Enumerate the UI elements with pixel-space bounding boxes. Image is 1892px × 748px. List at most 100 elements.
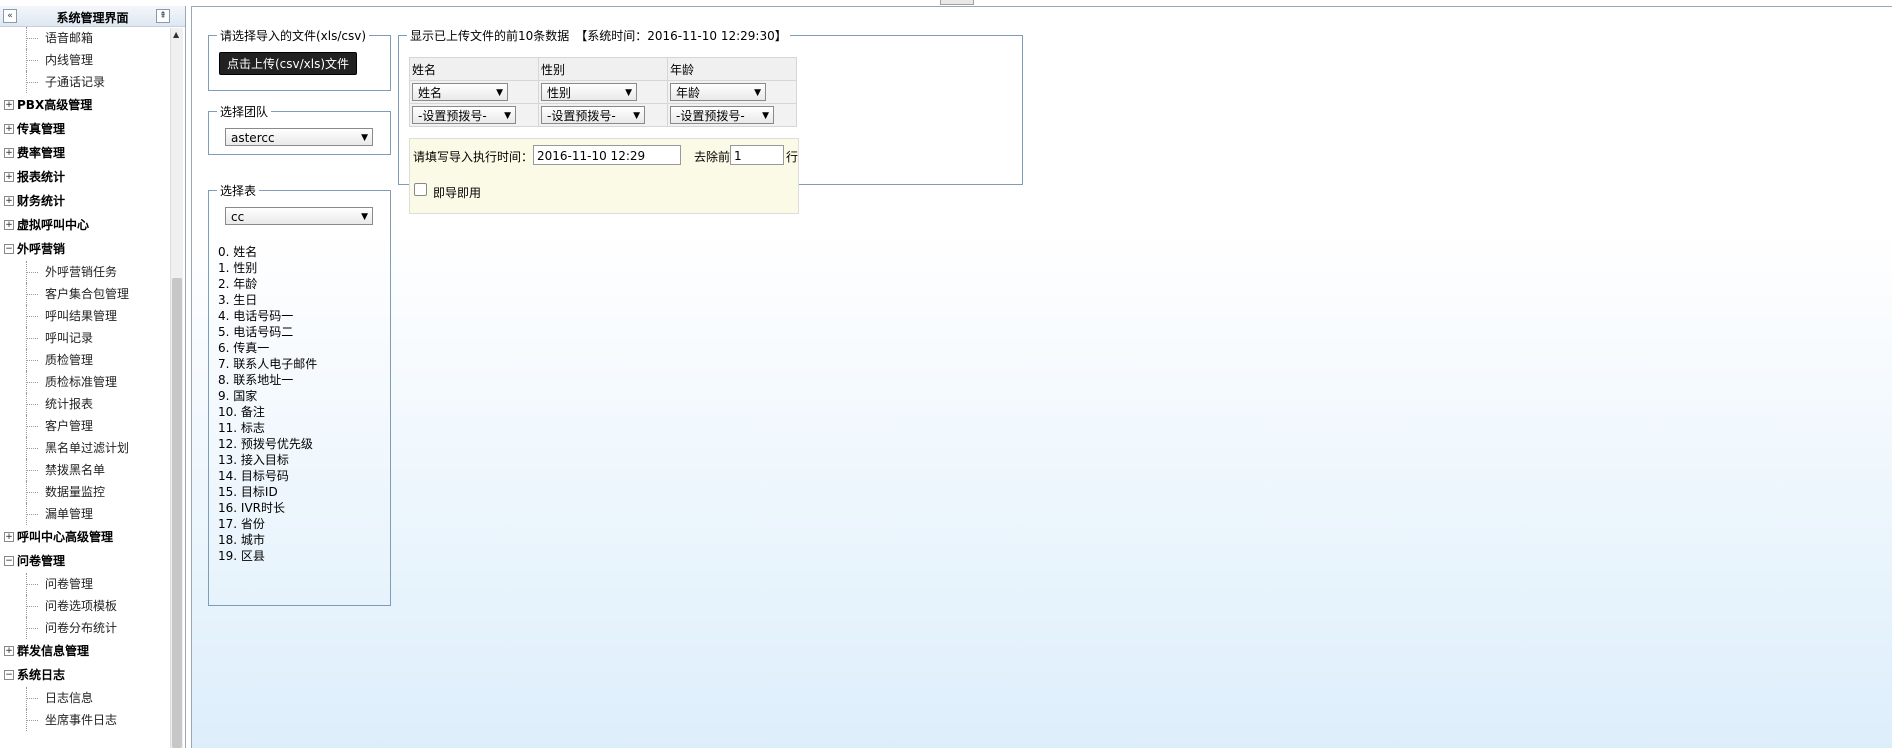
prefix-select[interactable]: -设置预拨号- ▼ (412, 106, 516, 124)
sidebar-header: « 系统管理界面 ⇞ (0, 6, 185, 27)
preview-table: 姓名 性别 年龄 姓名 ▼ 性别 ▼ 年龄 ▼ -设置预拨号- ▼ -设置预拨号- ▼ -… (409, 57, 797, 127)
team-fieldset: 选择团队 astercc ▼ (208, 103, 391, 155)
mapping-cell: 性别 ▼ (538, 80, 668, 104)
sidebar-item[interactable]: 黑名单过滤计划 (0, 437, 170, 459)
sidebar-item[interactable]: 语音邮箱 (0, 27, 170, 49)
upload-button[interactable]: 点击上传(csv/xls)文件 (219, 52, 358, 75)
prefix-select[interactable]: -设置预拨号- ▼ (541, 106, 645, 124)
sidebar-item-label: 数据量监控 (45, 485, 106, 499)
upload-fieldset: 请选择导入的文件(xls/csv) 点击上传(csv/xls)文件 (208, 27, 391, 91)
sidebar-group[interactable]: − 外呼营销 (0, 237, 170, 261)
sidebar-item-label: 外呼营销任务 (45, 265, 118, 279)
field-list-item: 2. 年龄 (218, 277, 258, 291)
sidebar-group[interactable]: + 传真管理 (0, 117, 170, 141)
sidebar-group[interactable]: + 报表统计 (0, 165, 170, 189)
field-list-item: 6. 传真一 (218, 341, 270, 355)
sidebar-item[interactable]: 问卷管理 (0, 573, 170, 595)
mapping-select[interactable]: 年龄 ▼ (670, 83, 766, 101)
sidebar-group[interactable]: + 群发信息管理 (0, 639, 170, 663)
sidebar-item-label: 费率管理 (17, 146, 66, 160)
skip-unit: 行 (786, 150, 799, 164)
sidebar-item[interactable]: 质检标准管理 (0, 371, 170, 393)
field-list-item: 3. 生日 (218, 293, 258, 307)
sidebar-group[interactable]: + 虚拟呼叫中心 (0, 213, 170, 237)
prefix-select-value: -设置预拨号- (418, 109, 487, 123)
expand-icon[interactable]: + (4, 148, 14, 158)
scroll-thumb[interactable] (172, 278, 182, 748)
sidebar-item[interactable]: 呼叫结果管理 (0, 305, 170, 327)
expand-icon[interactable]: + (4, 196, 14, 206)
sidebar-group[interactable]: + 呼叫中心高级管理 (0, 525, 170, 549)
sidebar-scrollbar[interactable]: ▲ (170, 28, 183, 748)
sidebar-item[interactable]: 漏单管理 (0, 503, 170, 525)
exec-time-input[interactable]: 2016-11-10 12:29 (533, 145, 681, 165)
field-list-item: 1. 性别 (218, 261, 258, 275)
sidebar-item-label: 问卷选项模板 (45, 599, 118, 613)
sidebar-item[interactable]: 统计报表 (0, 393, 170, 415)
chevron-down-icon: ▼ (496, 88, 503, 98)
sidebar-item[interactable]: 子通话记录 (0, 71, 170, 93)
sidebar-item-label: 呼叫记录 (45, 331, 94, 345)
sidebar-item[interactable]: 数据量监控 (0, 481, 170, 503)
chevron-down-icon: ▼ (762, 111, 769, 121)
sidebar-item[interactable]: 问卷分布统计 (0, 617, 170, 639)
team-select[interactable]: astercc ▼ (225, 128, 373, 146)
sidebar-item-label: 质检管理 (45, 353, 94, 367)
mapping-select[interactable]: 性别 ▼ (541, 83, 637, 101)
sidebar-item-label: 客户管理 (45, 419, 94, 433)
expand-icon[interactable]: + (4, 172, 14, 182)
sidebar-item[interactable]: 客户集合包管理 (0, 283, 170, 305)
expand-icon[interactable]: + (4, 100, 14, 110)
sidebar-group[interactable]: + PBX高级管理 (0, 93, 170, 117)
sidebar-group[interactable]: + 财务统计 (0, 189, 170, 213)
sidebar-item[interactable]: 坐席事件日志 (0, 709, 170, 731)
sidebar-group[interactable]: − 系统日志 (0, 663, 170, 687)
field-list-item: 0. 姓名 (218, 245, 258, 259)
collapse-icon[interactable]: − (4, 670, 14, 680)
table-select-value: cc (231, 210, 245, 224)
mapping-select-value: 性别 (547, 86, 572, 100)
mapping-select[interactable]: 姓名 ▼ (412, 83, 508, 101)
prefix-select-value: -设置预拨号- (676, 109, 745, 123)
sidebar-item-label: 系统日志 (17, 668, 66, 682)
top-resize-grip[interactable] (940, 0, 974, 5)
prefix-select[interactable]: -设置预拨号- ▼ (670, 106, 774, 124)
field-list-item: 19. 区县 (218, 549, 265, 563)
expand-icon[interactable]: + (4, 532, 14, 542)
sidebar-item[interactable]: 禁拨黑名单 (0, 459, 170, 481)
pin-icon[interactable]: ⇞ (156, 9, 170, 23)
sidebar-item[interactable]: 日志信息 (0, 687, 170, 709)
sidebar-group[interactable]: − 问卷管理 (0, 549, 170, 573)
mapping-select-value: 年龄 (676, 86, 701, 100)
mapping-cell: 年龄 ▼ (667, 80, 797, 104)
prefix-cell: -设置预拨号- ▼ (667, 103, 797, 127)
sidebar-item-label: 问卷管理 (17, 554, 66, 568)
collapse-icon[interactable]: − (4, 244, 14, 254)
sidebar-item[interactable]: 外呼营销任务 (0, 261, 170, 283)
table-select[interactable]: cc ▼ (225, 207, 373, 225)
column-header: 姓名 (409, 57, 539, 81)
prefix-cell: -设置预拨号- ▼ (538, 103, 668, 127)
sidebar-group[interactable]: + 费率管理 (0, 141, 170, 165)
sidebar-item-label: 呼叫结果管理 (45, 309, 118, 323)
sidebar-item-label: 外呼营销 (17, 242, 66, 256)
expand-icon[interactable]: + (4, 124, 14, 134)
collapse-icon[interactable]: − (4, 556, 14, 566)
exec-time-label: 请填写导入执行时间： (413, 150, 534, 164)
sidebar-item-label: PBX高级管理 (17, 98, 93, 112)
skip-rows-input[interactable]: 1 (730, 145, 784, 165)
sidebar-item[interactable]: 内线管理 (0, 49, 170, 71)
sidebar-item[interactable]: 问卷选项模板 (0, 595, 170, 617)
chevron-down-icon: ▼ (504, 111, 511, 121)
sidebar-item[interactable]: 呼叫记录 (0, 327, 170, 349)
preview-fieldset: 显示已上传文件的前10条数据 【系统时间：2016-11-10 12:29:30… (398, 27, 1023, 214)
table-fieldset: 选择表 cc ▼ 0. 姓名 1. 性别 2. 年龄 3. 生日 4. 电话号码一 5. … (208, 182, 391, 606)
sidebar-item[interactable]: 质检管理 (0, 349, 170, 371)
expand-icon[interactable]: + (4, 646, 14, 656)
mapping-row: 姓名 ▼ 性别 ▼ 年龄 ▼ (409, 80, 797, 104)
sidebar-item[interactable]: 客户管理 (0, 415, 170, 437)
expand-icon[interactable]: + (4, 220, 14, 230)
sidebar-item-label: 日志信息 (45, 691, 94, 705)
scroll-up-icon[interactable]: ▲ (173, 30, 179, 39)
immediate-checkbox[interactable] (414, 183, 427, 196)
